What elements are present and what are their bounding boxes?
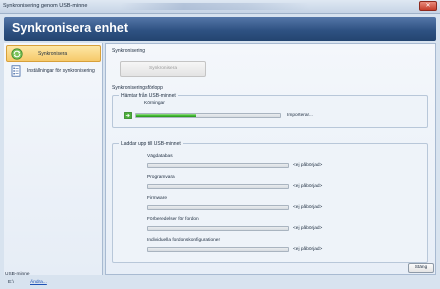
progress-bar-forberedelser <box>147 226 289 231</box>
settings-icon <box>11 65 21 77</box>
progress-bar-individuella <box>147 247 289 252</box>
progress-section-title: Synkroniseringsförlopp <box>112 85 163 91</box>
item-label-vagdatabas: Vägdatabas <box>147 154 173 159</box>
item-label-firmware: Firmware <box>147 196 167 201</box>
upload-group: Laddar upp till USB-minnet Vägdatabas <e… <box>112 141 428 263</box>
progress-bar-firmware <box>147 205 289 210</box>
item-label-korningar: Körningar <box>144 101 165 106</box>
item-label-forberedelser: Förberedelser för fordon <box>147 217 199 222</box>
sidebar-item-installningar[interactable]: Inställningar för synkronisering <box>6 63 101 80</box>
status-vagdatabas: <ej påbörjad> <box>293 163 323 168</box>
device-label: USB-minne <box>5 272 30 277</box>
sync-icon <box>11 48 23 60</box>
progress-bar-korningar <box>135 113 281 118</box>
import-icon <box>124 112 132 119</box>
status-korningar: Importerar... <box>287 113 313 118</box>
window-title: Synkronisering genom USB-minne <box>3 3 88 9</box>
header-banner: Synkronisera enhet <box>4 17 436 41</box>
status-individuella: <ej påbörjad> <box>293 247 323 252</box>
status-programvara: <ej påbörjad> <box>293 184 323 189</box>
change-device-link[interactable]: Ändra... <box>30 280 47 285</box>
upload-group-title: Laddar upp till USB-minnet <box>119 141 183 147</box>
bottom-strip <box>105 276 436 289</box>
device-drive: E:\ <box>8 280 14 285</box>
sidebar-item-label: Synkronisera <box>38 51 68 57</box>
fetch-group: Hämtar från USB-minnet Körningar Importe… <box>112 93 428 128</box>
window-titlebar: Synkronisering genom USB-minne ✕ <box>0 0 440 14</box>
device-footer: USB-minne E:\ Ändra... <box>4 272 103 289</box>
progress-bar-programvara <box>147 184 289 189</box>
blurred-region <box>120 3 310 10</box>
section-title: Synkronisering <box>112 48 146 54</box>
item-label-individuella: Individuella fordonskonfigurationer <box>147 238 221 243</box>
status-forberedelser: <ej påbörjad> <box>293 226 323 231</box>
sidebar-item-label: Inställningar för synkronisering <box>27 68 95 74</box>
app-window: Synkronisera enhet Synkronisera Inställn… <box>0 14 440 289</box>
status-firmware: <ej påbörjad> <box>293 205 323 210</box>
progress-bar-vagdatabas <box>147 163 289 168</box>
main-panel: Synkronisering Synkronisera Synkroniseri… <box>105 43 436 275</box>
page-title: Synkronisera enhet <box>12 21 129 35</box>
close-button[interactable]: Stäng <box>408 263 434 273</box>
item-label-programvara: Programvara <box>147 175 175 180</box>
sidebar: Synkronisera Inställningar för synkronis… <box>4 43 103 275</box>
progress-fill <box>136 114 197 117</box>
window-close-button[interactable]: ✕ <box>419 1 437 11</box>
sync-button[interactable]: Synkronisera <box>120 61 206 77</box>
fetch-group-title: Hämtar från USB-minnet <box>119 93 178 99</box>
sidebar-item-synkronisera[interactable]: Synkronisera <box>6 45 101 62</box>
